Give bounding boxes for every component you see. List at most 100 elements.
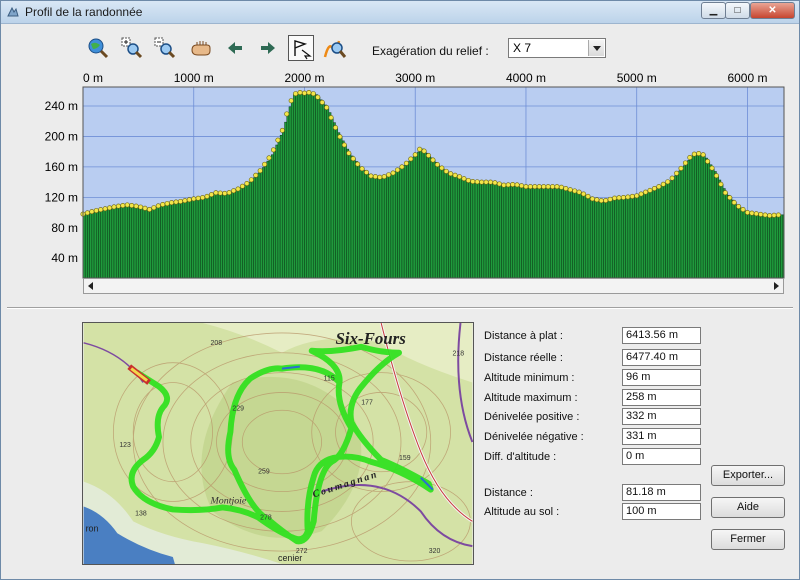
profile-point[interactable] [155, 203, 161, 209]
profile-point[interactable] [665, 179, 671, 185]
zoom-out-button[interactable] [152, 35, 178, 61]
profile-point[interactable] [191, 196, 197, 202]
scroll-left-icon[interactable] [84, 279, 98, 293]
profile-point[interactable] [775, 212, 781, 218]
profile-point[interactable] [722, 190, 728, 196]
profile-point[interactable] [177, 198, 183, 204]
profile-point[interactable] [634, 193, 640, 199]
profile-point[interactable] [572, 188, 578, 194]
profile-point[interactable] [279, 127, 285, 133]
profile-point[interactable] [563, 186, 569, 192]
profile-point[interactable] [372, 174, 378, 180]
profile-point[interactable] [581, 191, 587, 197]
next-button[interactable] [255, 35, 281, 61]
profile-point[interactable] [222, 190, 228, 196]
profile-point[interactable] [173, 199, 179, 205]
profile-point[interactable] [297, 89, 303, 95]
profile-point[interactable] [359, 166, 365, 172]
profile-point[interactable] [700, 152, 706, 158]
profile-point[interactable] [439, 165, 445, 171]
profile-point[interactable] [691, 151, 697, 157]
profile-point[interactable] [226, 190, 232, 196]
title-bar[interactable]: Profil de la randonnée ▁ □ ✕ [1, 1, 799, 24]
profile-point[interactable] [713, 173, 719, 179]
profile-point[interactable] [200, 195, 206, 201]
profile-horizontal-scrollbar[interactable] [83, 278, 784, 294]
pan-button[interactable] [187, 35, 213, 61]
profile-point[interactable] [727, 195, 733, 201]
profile-point[interactable] [129, 203, 135, 209]
profile-point[interactable] [102, 206, 108, 212]
profile-point[interactable] [457, 174, 463, 180]
profile-point[interactable] [213, 190, 219, 196]
help-button[interactable]: Aide [711, 497, 785, 518]
profile-point[interactable] [740, 207, 746, 213]
zoom-full-button[interactable] [85, 35, 111, 61]
profile-point[interactable] [266, 155, 272, 161]
profile-point[interactable] [519, 183, 525, 189]
profile-point[interactable] [235, 186, 241, 192]
profile-point[interactable] [395, 167, 401, 173]
profile-point[interactable] [430, 157, 436, 163]
topographic-map[interactable]: Six-Fours Montjoie Coumagnan ron cenier … [82, 322, 474, 565]
profile-point[interactable] [377, 174, 383, 180]
profile-point[interactable] [186, 197, 192, 203]
profile-point[interactable] [616, 195, 622, 201]
profile-point[interactable] [337, 134, 343, 140]
profile-point[interactable] [257, 168, 263, 174]
export-button[interactable]: Exporter... [711, 465, 785, 486]
profile-point[interactable] [270, 147, 276, 153]
elevation-profile-chart[interactable]: 0 m 1000 m 2000 m 3000 m 4000 m 5000 m 6000 m … [1, 67, 800, 297]
profile-point[interactable] [443, 168, 449, 174]
profile-point[interactable] [594, 197, 600, 203]
profile-point[interactable] [651, 186, 657, 192]
profile-point[interactable] [585, 193, 591, 199]
profile-point[interactable] [217, 190, 223, 196]
profile-point[interactable] [465, 177, 471, 183]
profile-point[interactable] [554, 184, 560, 190]
profile-point[interactable] [315, 94, 321, 100]
profile-point[interactable] [474, 179, 480, 185]
profile-point[interactable] [709, 165, 715, 171]
profile-point[interactable] [532, 184, 538, 190]
profile-point[interactable] [479, 179, 485, 185]
profile-point[interactable] [332, 125, 338, 131]
profile-point[interactable] [231, 188, 237, 194]
profile-point[interactable] [133, 203, 139, 209]
profile-point[interactable] [629, 193, 635, 199]
profile-point[interactable] [182, 198, 188, 204]
profile-point[interactable] [656, 184, 662, 190]
profile-point[interactable] [731, 200, 737, 206]
profile-point[interactable] [111, 204, 117, 210]
profile-point[interactable] [771, 212, 777, 218]
profile-point[interactable] [253, 172, 259, 178]
profile-point[interactable] [341, 142, 347, 148]
profile-point[interactable] [625, 194, 631, 200]
profile-point[interactable] [403, 160, 409, 166]
profile-point[interactable] [767, 213, 773, 219]
profile-point[interactable] [195, 195, 201, 201]
profile-point[interactable] [84, 210, 90, 216]
profile-point[interactable] [319, 99, 325, 105]
profile-point[interactable] [408, 156, 414, 162]
profile-point[interactable] [603, 198, 609, 204]
zoom-in-button[interactable] [119, 35, 145, 61]
profile-point[interactable] [368, 173, 374, 179]
profile-point[interactable] [762, 212, 768, 218]
profile-point[interactable] [169, 200, 175, 206]
profile-point[interactable] [598, 198, 604, 204]
profile-point[interactable] [541, 184, 547, 190]
profile-point[interactable] [682, 160, 688, 166]
zoom-route-button[interactable] [321, 35, 347, 61]
profile-point[interactable] [146, 207, 152, 213]
profile-point[interactable] [293, 91, 299, 97]
profile-point[interactable] [492, 180, 498, 186]
profile-point[interactable] [687, 154, 693, 160]
profile-point[interactable] [643, 189, 649, 195]
profile-point[interactable] [239, 183, 245, 189]
profile-point[interactable] [523, 184, 529, 190]
profile-point[interactable] [705, 158, 711, 164]
profile-point[interactable] [558, 184, 564, 190]
profile-point[interactable] [160, 201, 166, 207]
profile-point[interactable] [510, 182, 516, 188]
